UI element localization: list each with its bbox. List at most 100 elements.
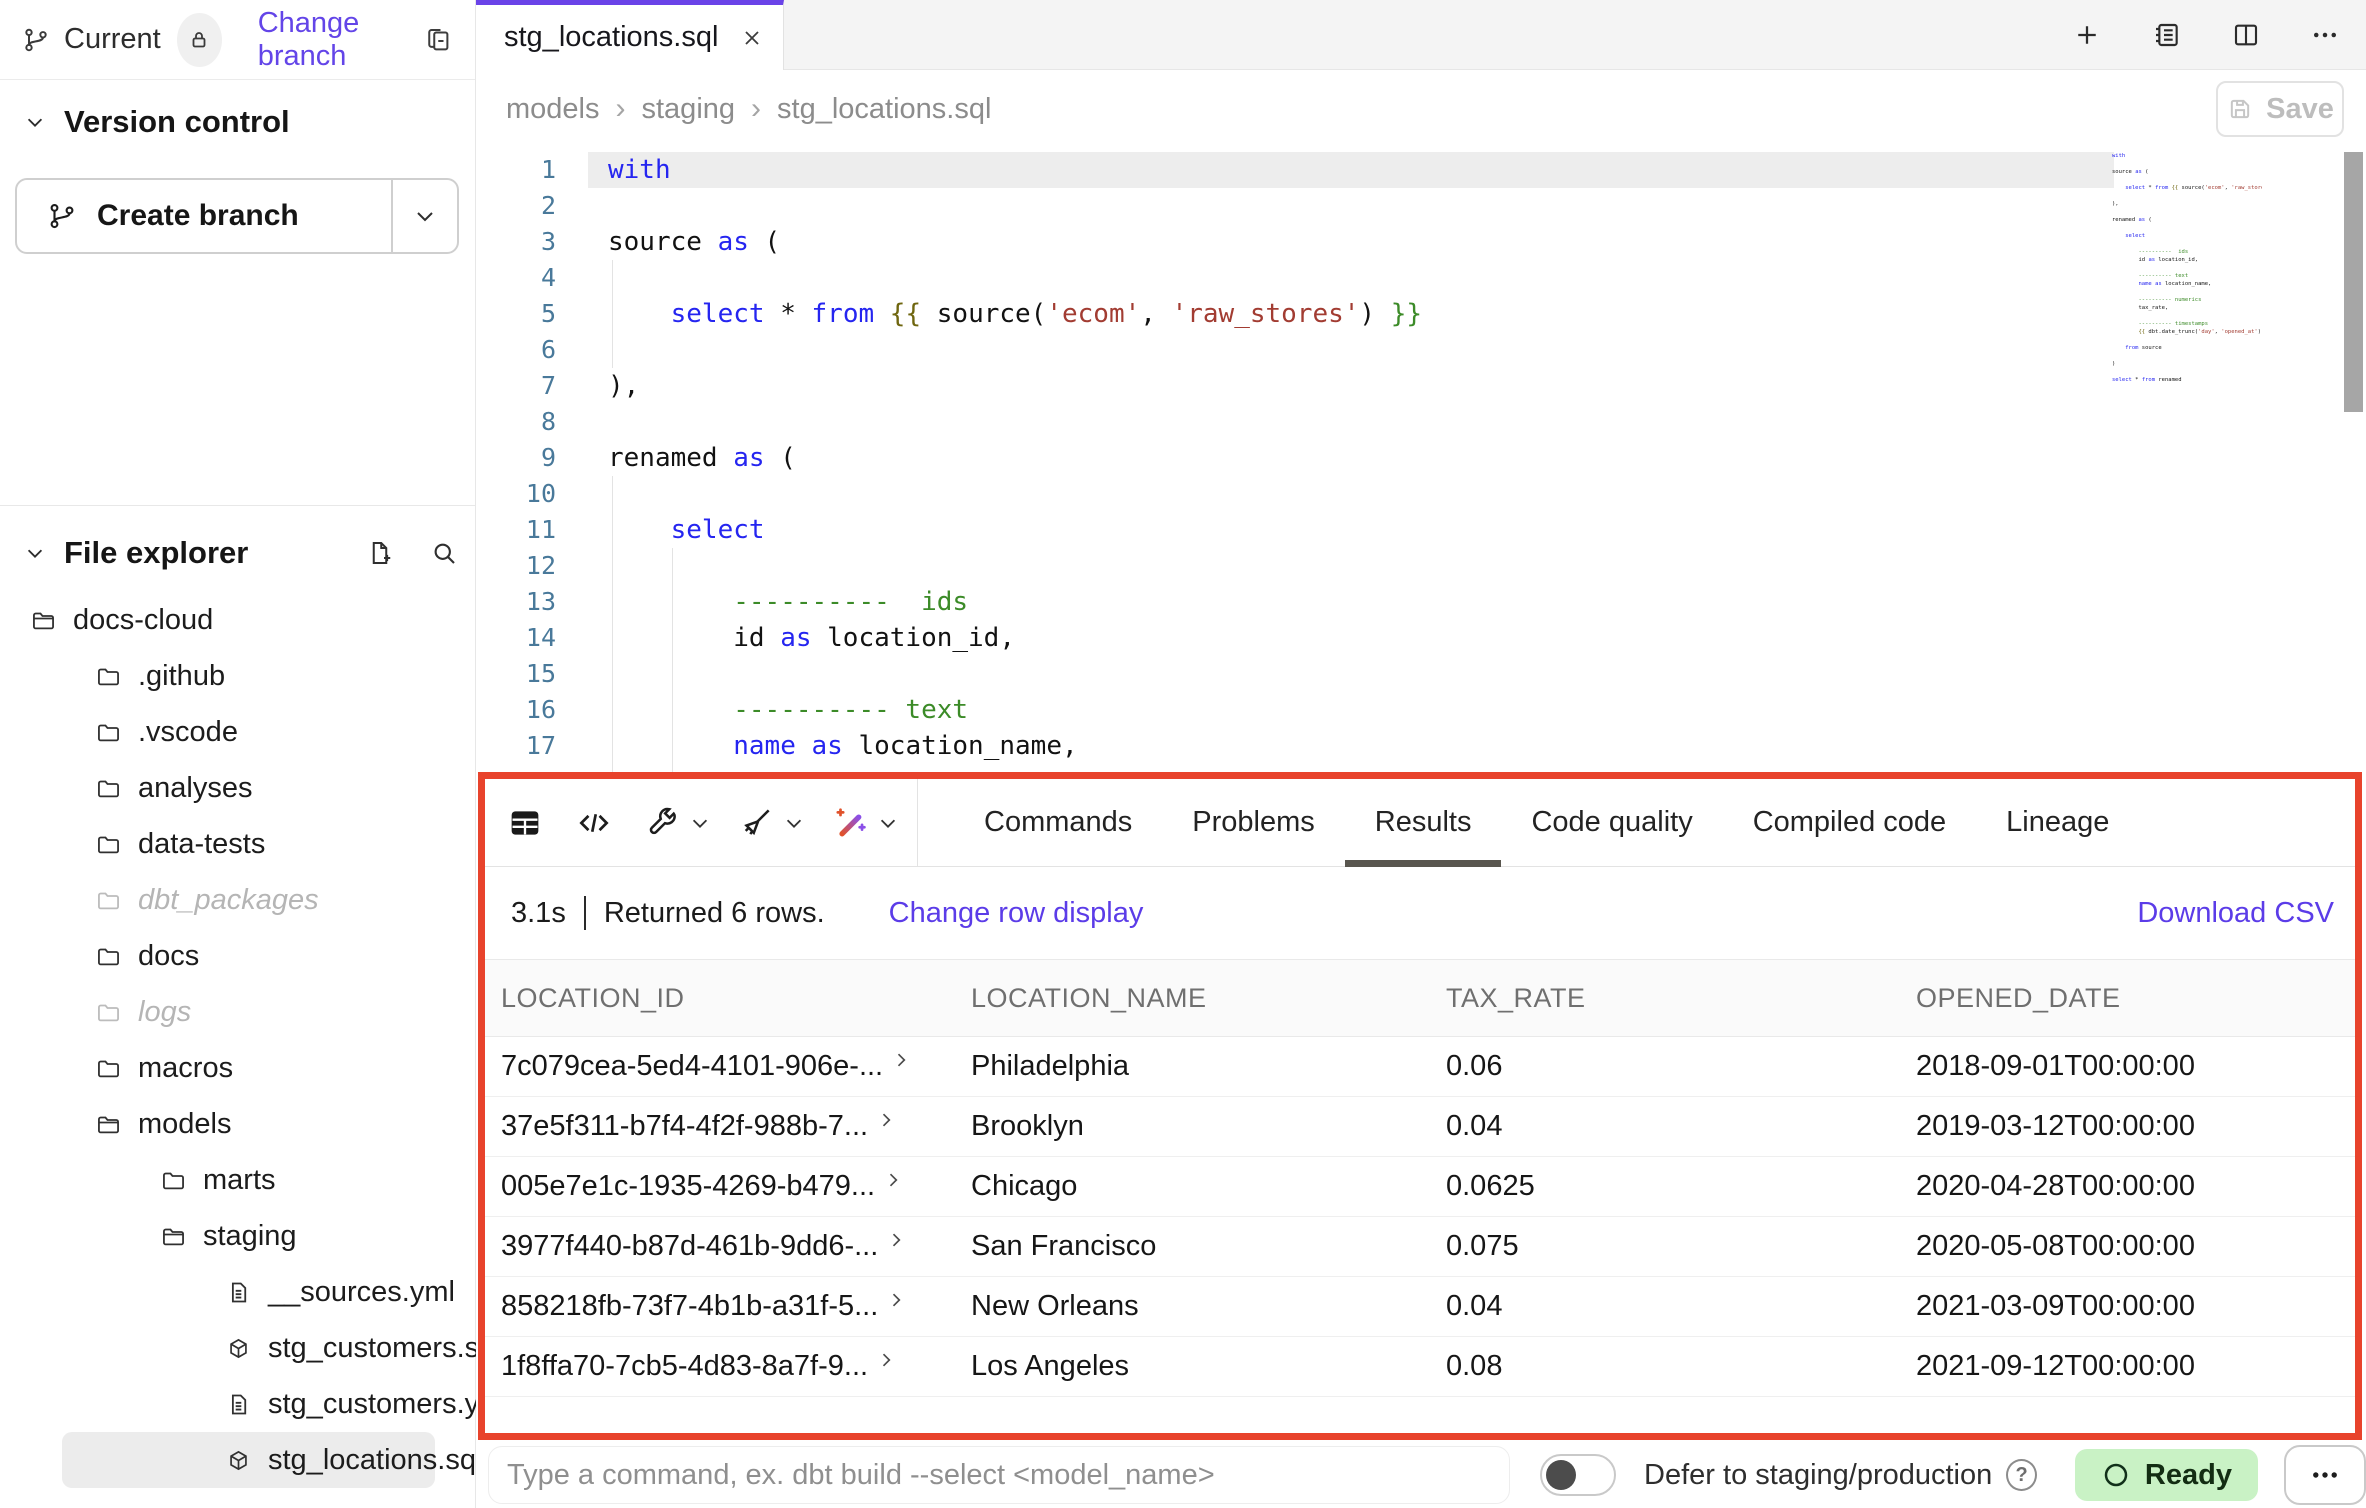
- tree-item-analyses[interactable]: analyses: [0, 760, 475, 816]
- preview-table-icon[interactable]: [505, 803, 545, 843]
- cell-tax: 0.06: [1446, 1050, 1916, 1083]
- minimap-line: ): [2112, 360, 2262, 368]
- tree-item-.vscode[interactable]: .vscode: [0, 704, 475, 760]
- create-branch-dropdown[interactable]: [391, 180, 457, 252]
- expand-row-icon[interactable]: [876, 1350, 896, 1370]
- expand-row-icon[interactable]: [886, 1290, 906, 1310]
- ellipsis-icon: [2308, 1458, 2342, 1492]
- tree-item-staging[interactable]: staging: [0, 1208, 475, 1264]
- tree-item-dbt_packages[interactable]: dbt_packages: [0, 872, 475, 928]
- tab-stg-locations-sql[interactable]: stg_locations.sql: [476, 0, 784, 70]
- cell-value: 1f8ffa70-7cb5-4d83-8a7f-9...: [501, 1350, 868, 1383]
- cell-name: San Francisco: [971, 1230, 1446, 1263]
- cell-value: Brooklyn: [971, 1110, 1084, 1142]
- minimap-line: [2112, 312, 2262, 320]
- expand-row-icon[interactable]: [876, 1110, 896, 1130]
- tree-item-stg_locations.sql[interactable]: stg_locations.sql: [62, 1432, 435, 1488]
- panel-tab-problems[interactable]: Problems: [1162, 779, 1345, 867]
- panel-tab-commands[interactable]: Commands: [954, 779, 1162, 867]
- version-control-header[interactable]: Version control: [24, 104, 290, 140]
- tree-item-data-tests[interactable]: data-tests: [0, 816, 475, 872]
- minimap[interactable]: with source as ( select * from {{ source…: [2112, 152, 2262, 384]
- compile-code-icon[interactable]: [575, 804, 613, 842]
- copy-icon[interactable]: [423, 25, 453, 55]
- new-tab-icon[interactable]: [2072, 20, 2102, 50]
- chevron-down-icon: [413, 204, 437, 228]
- table-row[interactable]: 7c079cea-5ed4-4101-906e-...Philadelphia0…: [485, 1037, 2360, 1097]
- table-row[interactable]: 005e7e1c-1935-4269-b479...Chicago0.06252…: [485, 1157, 2360, 1217]
- create-branch-button[interactable]: Create branch: [17, 180, 391, 252]
- tree-item-stg_customers.yml[interactable]: stg_customers.yml: [0, 1376, 475, 1432]
- code-line: select: [608, 512, 765, 548]
- change-branch-link[interactable]: Change branch: [258, 7, 423, 73]
- minimap-line: ),: [2112, 200, 2262, 208]
- table-row[interactable]: 858218fb-73f7-4b1b-a31f-5...New Orleans0…: [485, 1277, 2360, 1337]
- tree-item-logs[interactable]: logs: [0, 984, 475, 1040]
- cell-tax: 0.075: [1446, 1230, 1916, 1263]
- download-csv-link[interactable]: Download CSV: [2137, 897, 2334, 930]
- gutter-line-number: 17: [476, 728, 556, 764]
- panel-tab-code-quality[interactable]: Code quality: [1501, 779, 1722, 867]
- code-line: source as (: [608, 224, 780, 260]
- table-row[interactable]: 37e5f311-b7f4-4f2f-988b-7...Brooklyn0.04…: [485, 1097, 2360, 1157]
- column-header-location_id: LOCATION_ID: [501, 983, 971, 1014]
- format-dropdown[interactable]: [737, 804, 805, 842]
- notebook-icon[interactable]: [2150, 19, 2182, 51]
- branch-bar: Current Change branch: [0, 0, 475, 80]
- tree-item-label: analyses: [138, 772, 252, 805]
- cell-tax: 0.08: [1446, 1350, 1916, 1383]
- minimap-line: tax_rate,: [2112, 304, 2262, 312]
- close-icon[interactable]: [740, 26, 764, 50]
- file-explorer-title: File explorer: [64, 535, 248, 571]
- minimap-line: id as location_id,: [2112, 256, 2262, 264]
- tree-item-label: stg_customers.yml: [268, 1388, 510, 1421]
- panel-tab-results[interactable]: Results: [1345, 779, 1502, 867]
- table-row[interactable]: 1f8ffa70-7cb5-4d83-8a7f-9...Los Angeles0…: [485, 1337, 2360, 1397]
- more-menu-button[interactable]: [2284, 1445, 2366, 1505]
- table-row[interactable]: 3977f440-b87d-461b-9dd6-...San Francisco…: [485, 1217, 2360, 1277]
- expand-row-icon[interactable]: [891, 1050, 911, 1070]
- more-options-icon[interactable]: [2310, 20, 2340, 50]
- search-icon[interactable]: [429, 538, 459, 568]
- build-tool-dropdown[interactable]: [643, 804, 711, 842]
- new-file-icon[interactable]: [365, 538, 395, 568]
- tree-item-macros[interactable]: macros: [0, 1040, 475, 1096]
- minimap-line: [2112, 368, 2262, 376]
- tree-item-docs-cloud[interactable]: docs-cloud: [0, 592, 475, 648]
- meta-divider: [584, 896, 586, 930]
- version-control-title: Version control: [64, 104, 290, 140]
- help-icon[interactable]: ?: [2006, 1459, 2037, 1491]
- defer-toggle[interactable]: [1540, 1454, 1616, 1496]
- tree-item-.github[interactable]: .github: [0, 648, 475, 704]
- minimap-line: [2112, 240, 2262, 248]
- split-view-icon[interactable]: [2230, 19, 2262, 51]
- editor-scrollbar[interactable]: [2344, 152, 2363, 412]
- minimap-line: [2112, 176, 2262, 184]
- cell-id: 005e7e1c-1935-4269-b479...: [501, 1170, 971, 1203]
- panel-tab-compiled-code[interactable]: Compiled code: [1723, 779, 1976, 867]
- model-icon: [225, 1335, 252, 1362]
- tree-item-stg_customers.sql[interactable]: stg_customers.sql: [0, 1320, 475, 1376]
- expand-row-icon[interactable]: [883, 1170, 903, 1190]
- tree-item-docs[interactable]: docs: [0, 928, 475, 984]
- tree-item-__sources.yml[interactable]: __sources.yml: [0, 1264, 475, 1320]
- tree-item-marts[interactable]: marts: [0, 1152, 475, 1208]
- cell-id: 3977f440-b87d-461b-9dd6-...: [501, 1230, 971, 1263]
- panel-tab-lineage[interactable]: Lineage: [1976, 779, 2139, 867]
- chevron-down-icon[interactable]: [24, 542, 46, 564]
- minimap-line: select * from renamed: [2112, 376, 2262, 384]
- gutter-line-number: 8: [476, 404, 556, 440]
- defer-label: Defer to staging/production: [1644, 1459, 1992, 1492]
- minimap-line: with: [2112, 152, 2262, 160]
- change-row-display-link[interactable]: Change row display: [889, 897, 1144, 930]
- ai-assist-dropdown[interactable]: [831, 804, 899, 842]
- tree-item-label: docs-cloud: [73, 604, 213, 637]
- expand-row-icon[interactable]: [886, 1230, 906, 1250]
- tree-item-models[interactable]: models: [0, 1096, 475, 1152]
- cell-value: 7c079cea-5ed4-4101-906e-...: [501, 1050, 883, 1083]
- save-button[interactable]: Save: [2216, 81, 2344, 137]
- command-input-container: [488, 1446, 1510, 1504]
- command-input[interactable]: [507, 1459, 1491, 1492]
- breadcrumb-separator: ›: [751, 92, 761, 126]
- gutter-line-number: 2: [476, 188, 556, 224]
